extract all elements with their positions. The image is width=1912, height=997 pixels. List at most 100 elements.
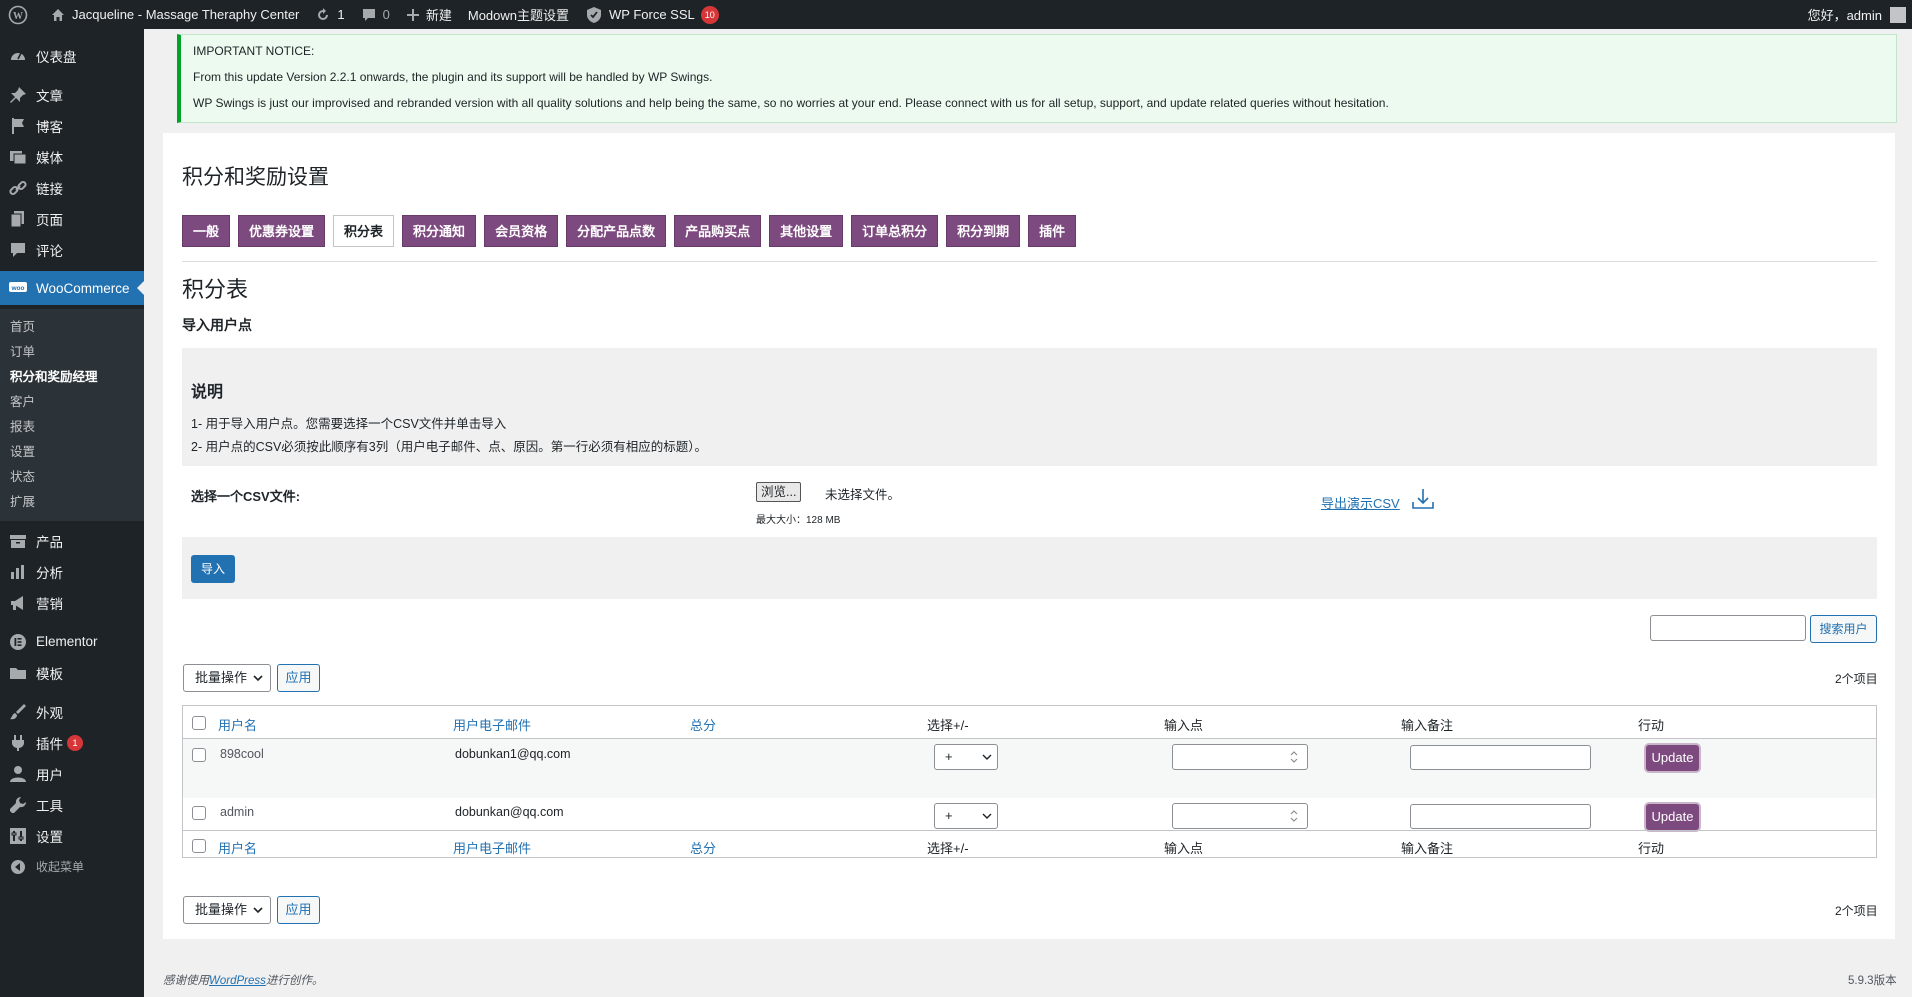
site-name-link[interactable]: Jacqueline - Massage Theraphy Center — [42, 0, 307, 29]
menu-appearance[interactable]: 外观 — [0, 696, 144, 727]
browse-button[interactable]: 浏览... — [756, 482, 802, 502]
menu-media[interactable]: 媒体 — [0, 141, 144, 172]
link-icon — [8, 178, 28, 198]
bulk-action-value: 批量操作 — [195, 902, 248, 917]
menu-tools[interactable]: 工具 — [0, 789, 144, 820]
submenu-item-points-rewards[interactable]: 积分和奖励经理 — [0, 365, 144, 390]
submenu-item-extensions[interactable]: 扩展 — [0, 490, 144, 515]
column-header-total[interactable]: 总分 — [690, 715, 716, 734]
ssl-link[interactable]: WP Force SSL 10 — [577, 0, 727, 29]
tab-membership[interactable]: 会员资格 — [484, 215, 559, 247]
bulk-action-select-bottom[interactable]: 批量操作 — [183, 896, 271, 924]
menu-dashboard[interactable]: 仪表盘 — [0, 40, 144, 71]
column-footer-total[interactable]: 总分 — [690, 838, 716, 857]
settings-icon — [8, 826, 28, 846]
submenu-item-customers[interactable]: 客户 — [0, 390, 144, 415]
updates-icon — [318, 7, 329, 20]
column-footer-username[interactable]: 用户名 — [218, 838, 257, 857]
bar-chart-icon — [8, 562, 28, 582]
comment-icon — [362, 8, 375, 21]
chevron-down-icon — [982, 754, 992, 760]
menu-users[interactable]: 用户 — [0, 758, 144, 789]
table-row: admin dobunkan@qq.com + Update — [183, 798, 1876, 830]
pin-icon — [8, 85, 28, 105]
menu-collapse[interactable]: 收起菜单 — [0, 851, 144, 882]
menu-products[interactable]: 产品 — [0, 525, 144, 556]
menu-blog[interactable]: 博客 — [0, 110, 144, 141]
bulk-action-select-top[interactable]: 批量操作 — [183, 664, 271, 692]
select-all-checkbox-footer[interactable] — [192, 839, 206, 853]
ssl-badge: 10 — [700, 5, 719, 24]
plus-minus-select[interactable]: + — [934, 803, 998, 829]
submenu-item-home[interactable]: 首页 — [0, 315, 144, 340]
row-email: dobunkan1@qq.com — [455, 747, 571, 761]
apply-button-bottom[interactable]: 应用 — [277, 896, 320, 924]
tab-product-purchase-points[interactable]: 产品购买点 — [674, 215, 762, 247]
tab-assign-product-points[interactable]: 分配产品点数 — [566, 215, 667, 247]
submenu-item-orders[interactable]: 订单 — [0, 340, 144, 365]
wordpress-logo-icon[interactable]: W — [0, 0, 42, 29]
apply-button-top[interactable]: 应用 — [277, 664, 320, 692]
svg-text:W: W — [13, 11, 23, 22]
menu-comments[interactable]: 评论 — [0, 234, 144, 265]
select-all-checkbox[interactable] — [192, 716, 206, 730]
plus-minus-select[interactable]: + — [934, 744, 998, 770]
update-button[interactable]: Update — [1646, 745, 1699, 771]
points-input[interactable] — [1172, 744, 1308, 770]
tab-points-notification[interactable]: 积分通知 — [402, 215, 477, 247]
tab-points-table[interactable]: 积分表 — [333, 215, 395, 247]
spinner-icon[interactable] — [1289, 750, 1299, 764]
column-header-email[interactable]: 用户电子邮件 — [453, 715, 531, 734]
updates-link[interactable]: 1 — [307, 0, 352, 29]
note-input[interactable] — [1410, 804, 1591, 829]
row-checkbox[interactable] — [192, 806, 206, 820]
column-header-username[interactable]: 用户名 — [218, 715, 257, 734]
menu-settings-label: 设置 — [36, 829, 63, 845]
wrench-icon — [8, 795, 28, 815]
table-footer-divider — [183, 830, 1876, 831]
export-demo-csv-link[interactable]: 导出演示CSV — [1321, 493, 1400, 512]
theme-settings-link[interactable]: Modown主题设置 — [460, 0, 577, 29]
note-input[interactable] — [1410, 745, 1591, 770]
submenu-item-reports[interactable]: 报表 — [0, 415, 144, 440]
svg-text:woo: woo — [11, 285, 25, 292]
tab-points-expiration[interactable]: 积分到期 — [946, 215, 1021, 247]
menu-elementor[interactable]: Elementor — [0, 626, 144, 657]
search-users-input[interactable] — [1650, 615, 1806, 641]
menu-posts[interactable]: 文章 — [0, 79, 144, 110]
collapse-icon — [8, 857, 28, 877]
menu-marketing[interactable]: 营销 — [0, 587, 144, 618]
menu-templates[interactable]: 模板 — [0, 657, 144, 688]
version-text: 5.9.3版本 — [1848, 975, 1897, 987]
tab-order-total-points[interactable]: 订单总积分 — [851, 215, 939, 247]
menu-plugins[interactable]: 插件 1 — [0, 727, 144, 758]
points-input[interactable] — [1172, 803, 1308, 829]
menu-pages-label: 页面 — [36, 212, 63, 228]
updates-count: 1 — [337, 7, 345, 22]
menu-analytics[interactable]: 分析 — [0, 556, 144, 587]
page-title: 积分和奖励设置 — [182, 166, 329, 189]
search-users-button[interactable]: 搜索用户 — [1810, 615, 1877, 643]
submenu-item-status[interactable]: 状态 — [0, 465, 144, 490]
wordpress-link[interactable]: WordPress — [209, 975, 266, 987]
import-button[interactable]: 导入 — [191, 555, 235, 583]
comments-link[interactable]: 0 — [353, 0, 398, 29]
tab-plugins[interactable]: 插件 — [1028, 215, 1077, 247]
column-footer-email[interactable]: 用户电子邮件 — [453, 838, 531, 857]
new-content-link[interactable]: 新建 — [398, 0, 460, 29]
submenu-item-settings[interactable]: 设置 — [0, 440, 144, 465]
download-icon[interactable] — [1410, 486, 1436, 515]
update-button[interactable]: Update — [1646, 804, 1699, 830]
menu-woocommerce[interactable]: woo WooCommerce — [0, 271, 144, 305]
menu-settings[interactable]: 设置 — [0, 820, 144, 851]
woocommerce-submenu: 首页 订单 积分和奖励经理 客户 报表 设置 状态 扩展 — [0, 309, 144, 521]
tab-coupon-settings[interactable]: 优惠券设置 — [238, 215, 326, 247]
row-checkbox[interactable] — [192, 748, 206, 762]
my-account-link[interactable]: 您好，admin — [1800, 0, 1912, 29]
spinner-icon[interactable] — [1289, 809, 1299, 823]
tab-other-settings[interactable]: 其他设置 — [769, 215, 844, 247]
menu-pages[interactable]: 页面 — [0, 203, 144, 234]
menu-links[interactable]: 链接 — [0, 172, 144, 203]
paintbrush-icon — [8, 702, 28, 722]
tab-general[interactable]: 一般 — [182, 215, 231, 247]
